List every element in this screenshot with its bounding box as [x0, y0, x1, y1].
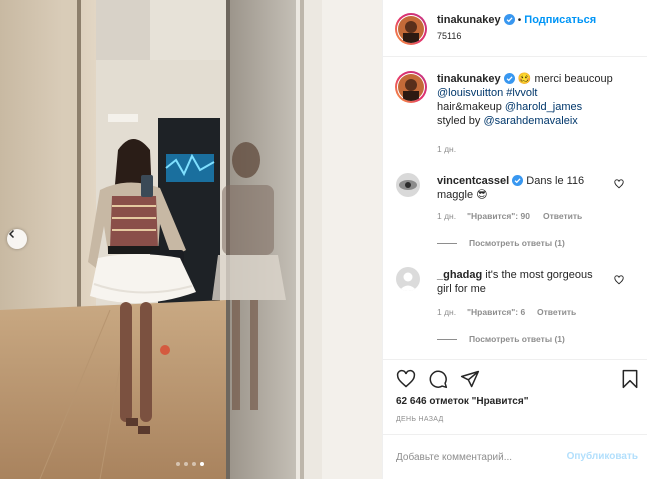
- comment-body-line2: girl for me: [437, 283, 486, 295]
- comments-list: tinakunakey 🥴 merci beaucoup @louisvuitt…: [383, 58, 647, 358]
- header-username[interactable]: tinakunakey: [437, 14, 501, 26]
- comment-avatar[interactable]: [396, 173, 420, 197]
- comment-body-line1: it's the most gorgeous: [485, 269, 593, 281]
- replies-line: [437, 242, 457, 244]
- verified-icon: [503, 14, 515, 25]
- hashtag-lvvolt[interactable]: #lvvolt: [506, 87, 537, 99]
- publish-button[interactable]: Опубликовать: [567, 451, 638, 462]
- action-bar: 62 646 отметок "Нравится" ДЕНЬ НАЗАД: [383, 359, 647, 433]
- comment-username[interactable]: _ghadag: [437, 269, 482, 281]
- caption-story-ring[interactable]: [395, 71, 427, 103]
- comment-heart-icon[interactable]: [614, 179, 624, 189]
- comment-time[interactable]: 1 дн.: [437, 307, 456, 317]
- comment-body-line2: maggle: [437, 189, 474, 201]
- caption-avatar: [398, 74, 424, 101]
- view-replies-button[interactable]: Посмотреть ответы (1): [437, 334, 565, 344]
- view-replies-label: Посмотреть ответы (1): [469, 238, 565, 248]
- comment-likes[interactable]: "Нравится": 90: [467, 211, 530, 221]
- likes-count[interactable]: 62 646 отметок "Нравится": [396, 396, 528, 407]
- carousel-prev-button[interactable]: [7, 229, 27, 249]
- post-time[interactable]: ДЕНЬ НАЗАД: [396, 416, 444, 423]
- mirror-selfie-image: [0, 0, 382, 479]
- comment-text: _ghadag it's the most gorgeous girl for …: [437, 268, 612, 296]
- separator-dot: •: [517, 15, 522, 26]
- post-photo: [0, 0, 382, 479]
- mention-louisvuitton[interactable]: @louisvuitton: [437, 87, 503, 99]
- carousel-indicator: [176, 462, 204, 466]
- post-header: tinakunakey • Подписаться 75116: [383, 0, 647, 57]
- comment-icon[interactable]: [428, 369, 448, 389]
- comment-input[interactable]: [396, 449, 556, 465]
- chevron-left-icon: [8, 229, 15, 239]
- comment-text: vincentcassel Dans le 116 maggle 😎: [437, 174, 612, 202]
- verified-icon: [503, 73, 515, 84]
- caption-line-styled-by: styled by: [437, 115, 481, 127]
- comment-avatar[interactable]: [396, 267, 420, 291]
- mention-sarahdemavaleix[interactable]: @sarahdemavaleix: [483, 115, 577, 127]
- avatar: [398, 16, 424, 43]
- comment-reply-button[interactable]: Ответить: [543, 211, 582, 221]
- caption-line-hair-makeup: hair&makeup: [437, 101, 502, 113]
- post-side-panel: tinakunakey • Подписаться 75116 tinakuna…: [382, 0, 647, 479]
- caption-username[interactable]: tinakunakey: [437, 73, 501, 85]
- default-avatar-icon: [396, 267, 420, 291]
- carousel-dot: [176, 462, 180, 466]
- carousel-dot: [192, 462, 196, 466]
- comment-username[interactable]: vincentcassel: [437, 175, 509, 187]
- comment-time[interactable]: 1 дн.: [437, 211, 456, 221]
- story-ring[interactable]: [395, 13, 427, 45]
- verified-icon: [512, 175, 524, 186]
- share-icon[interactable]: [460, 369, 480, 389]
- comment-heart-icon[interactable]: [614, 275, 624, 285]
- comment-avatar-image: [396, 173, 420, 197]
- comment-body-line1: Dans le 116: [526, 175, 585, 187]
- add-comment-bar: Опубликовать: [383, 434, 647, 479]
- comment-reply-button[interactable]: Ответить: [537, 307, 576, 317]
- carousel-dot-active: [200, 462, 204, 466]
- caption-text: tinakunakey 🥴 merci beaucoup @louisvuitt…: [437, 72, 637, 128]
- carousel-dot: [184, 462, 188, 466]
- caption-main-text: merci beaucoup: [534, 73, 613, 85]
- caption-emoji: 🥴: [517, 73, 532, 85]
- view-replies-button[interactable]: Посмотреть ответы (1): [437, 238, 565, 248]
- heart-icon[interactable]: [396, 369, 416, 389]
- follow-button[interactable]: Подписаться: [524, 14, 596, 26]
- comment-emoji: 😎: [476, 189, 488, 201]
- view-replies-label: Посмотреть ответы (1): [469, 334, 565, 344]
- mention-harold-james[interactable]: @harold_james: [505, 101, 582, 113]
- caption-time[interactable]: 1 дн.: [437, 144, 456, 154]
- post-location[interactable]: 75116: [437, 31, 461, 41]
- bookmark-icon[interactable]: [621, 369, 639, 389]
- comment-likes[interactable]: "Нравится": 6: [467, 307, 525, 317]
- replies-line: [437, 338, 457, 340]
